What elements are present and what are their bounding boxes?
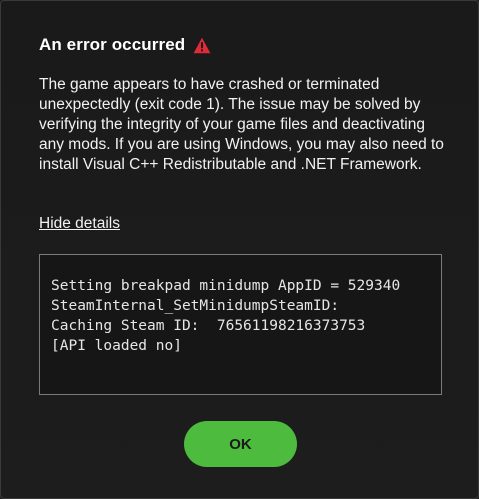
error-message: The game appears to have crashed or term… [39,76,444,173]
ok-button[interactable]: OK [184,421,297,467]
details-panel: Setting breakpad minidump AppID = 529340… [39,254,442,395]
warning-triangle-icon [193,37,211,54]
hide-details-link[interactable]: Hide details [39,215,120,233]
dialog-header: An error occurred [39,34,211,56]
details-log-text: Setting breakpad minidump AppID = 529340… [51,278,401,354]
error-dialog: An error occurred The game appears to ha… [0,0,479,499]
dialog-title: An error occurred [39,35,186,54]
